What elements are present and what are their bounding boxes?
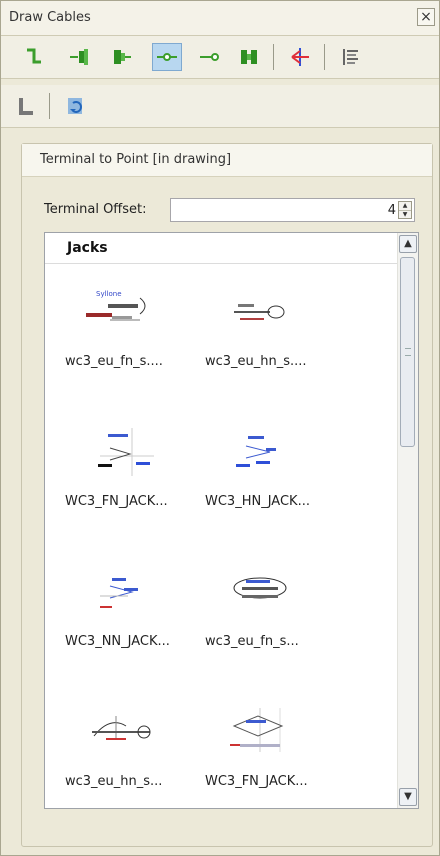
secondary-toolbar xyxy=(1,85,439,128)
terminal-offset-value: 4 xyxy=(387,203,396,218)
jack-thumbnail-icon xyxy=(236,436,276,467)
scrollbar-thumb[interactable] xyxy=(400,257,415,447)
terminal-right-icon[interactable] xyxy=(107,43,137,71)
title-bar: Draw Cables × xyxy=(1,1,439,36)
terminal-to-point-group: Terminal to Point [in drawing] Terminal … xyxy=(21,143,433,847)
item-caption: wc3_eu_fn_s.... xyxy=(65,354,163,369)
jack-thumbnail-icon: Syllone xyxy=(86,290,146,321)
group-title: Terminal to Point [in drawing] xyxy=(40,152,232,167)
toolbar-separator xyxy=(273,44,274,70)
item-caption: WC3_HN_JACK... xyxy=(205,494,310,509)
toolbar-separator xyxy=(49,93,50,119)
window-title: Draw Cables xyxy=(9,10,91,25)
group-header[interactable]: Terminal to Point [in drawing] xyxy=(22,144,432,177)
terminal-pair-icon[interactable] xyxy=(234,43,264,71)
vertical-scrollbar[interactable]: ▲ ▼ xyxy=(397,233,418,808)
terminal-left-icon[interactable] xyxy=(64,43,94,71)
refresh-catalog-icon[interactable] xyxy=(61,92,91,120)
item-caption: wc3_eu_hn_s.... xyxy=(205,354,307,369)
jack-thumbnail-icon xyxy=(98,428,154,476)
jack-thumbnail-icon xyxy=(100,578,138,608)
jack-thumbnail-icon xyxy=(92,716,151,740)
toolbar-separator xyxy=(324,44,325,70)
jack-thumbnail-icon xyxy=(234,304,285,320)
stepper-up-icon[interactable]: ▲ xyxy=(399,202,411,210)
list-category-header: Jacks xyxy=(45,233,397,264)
properties-list-icon[interactable] xyxy=(335,43,365,71)
cable-bend-icon[interactable] xyxy=(11,92,41,120)
point-to-terminal-icon[interactable] xyxy=(194,43,224,71)
item-caption: wc3_eu_hn_s... xyxy=(65,774,163,789)
jack-thumbnail-icon xyxy=(230,708,284,752)
scroll-down-icon[interactable]: ▼ xyxy=(399,788,417,806)
thumbnail-label: Syllone xyxy=(96,290,122,298)
item-caption: wc3_eu_fn_s... xyxy=(205,634,299,649)
list-category-title: Jacks xyxy=(67,240,108,256)
item-caption: WC3_FN_JACK... xyxy=(65,494,168,509)
scroll-up-icon[interactable]: ▲ xyxy=(399,235,417,253)
jacks-list[interactable]: Jacks ▲ ▼ Syllone wc3_eu_fn_s.... wc3_eu… xyxy=(44,232,419,809)
cable-angle-icon[interactable] xyxy=(19,43,49,71)
stepper-down-icon[interactable]: ▼ xyxy=(399,210,411,219)
item-caption: WC3_NN_JACK... xyxy=(65,634,170,649)
close-icon[interactable]: × xyxy=(417,8,435,26)
jack-thumbnail-icon xyxy=(233,577,287,599)
grip-icon xyxy=(405,348,411,356)
terminal-to-point-icon[interactable] xyxy=(152,43,182,71)
cable-toolbar xyxy=(1,36,439,79)
terminal-offset-label: Terminal Offset: xyxy=(44,202,147,217)
cable-split-icon[interactable] xyxy=(285,43,315,71)
offset-stepper[interactable]: ▲ ▼ xyxy=(398,201,412,219)
item-caption: WC3_FN_JACK... xyxy=(205,774,308,789)
terminal-offset-field[interactable]: 4 ▲ ▼ xyxy=(170,198,415,222)
draw-cables-panel: Draw Cables × Terminal to Point [in draw… xyxy=(0,0,440,856)
